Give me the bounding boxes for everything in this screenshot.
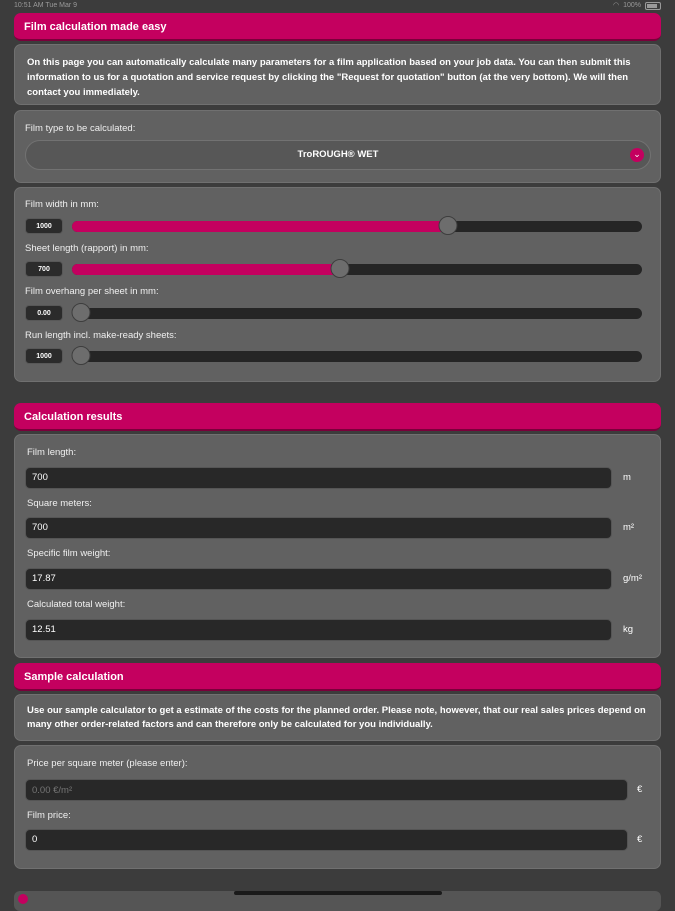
square-meters-label: Square meters: [27,498,92,509]
section-header-calculation-results: Calculation results [14,403,661,431]
sheet-length-slider[interactable] [72,259,642,278]
price-per-sqm-unit: € [637,784,643,795]
film-width-label: Film width in mm: [25,199,99,210]
square-meters-unit: m² [623,522,635,533]
section-header-sample-calculation: Sample calculation [14,663,661,691]
sample-intro-panel: Use our sample calculator to get a estim… [14,694,661,741]
sample-calc-panel: Price per square meter (please enter): €… [14,745,661,869]
run-length-slider[interactable] [71,346,642,365]
film-overhang-slider[interactable] [71,303,642,322]
film-length-field: 700 [25,467,612,489]
film-overhang-value[interactable]: 0.00 [25,305,63,321]
wifi-icon: ◠ [612,2,620,9]
film-type-value: TroROUGH® WET [297,149,379,160]
slider-thumb[interactable] [438,216,458,235]
film-width-value[interactable]: 1000 [25,218,63,234]
specific-film-weight-label: Specific film weight: [27,548,111,559]
film-price-label: Film price: [27,810,71,821]
film-width-slider[interactable] [72,216,642,235]
sheet-length-value[interactable]: 700 [25,261,63,277]
film-price-field: 0 [25,829,628,851]
sample-intro-text: Use our sample calculator to get a estim… [27,705,646,730]
status-time-date: 10:51 AM Tue Mar 9 [14,0,77,12]
total-weight-field: 12.51 [25,619,612,641]
film-length-label: Film length: [27,447,77,458]
parameters-panel: Film width in mm: 1000 Sheet length (rap… [14,187,661,382]
chevron-down-icon[interactable]: ⌄ [630,148,644,162]
section-title: Calculation results [24,411,123,423]
film-type-label: Film type to be calculated: [25,123,136,134]
specific-film-weight-unit: g/m² [623,573,642,584]
section-title: Sample calculation [24,671,124,683]
info-icon [18,894,28,904]
slider-fill [72,264,340,275]
specific-film-weight-field: 17.87 [25,568,612,590]
price-per-sqm-label: Price per square meter (please enter): [27,758,188,769]
section-title: Film calculation made easy [24,21,167,33]
battery-percent: 100% [623,2,641,9]
film-length-unit: m [623,472,631,483]
slider-thumb[interactable] [71,346,91,365]
status-time: 10:51 AM [14,2,44,9]
status-right: ◠ 100% [613,0,661,12]
film-price-unit: € [637,834,643,845]
film-overhang-label: Film overhang per sheet in mm: [25,286,159,297]
battery-icon [645,2,661,10]
slider-fill [72,221,449,232]
intro-panel: On this page you can automatically calcu… [14,44,661,105]
film-type-panel: Film type to be calculated: TroROUGH® WE… [14,110,661,183]
run-length-label: Run length incl. make-ready sheets: [25,330,177,341]
total-weight-label: Calculated total weight: [27,599,126,610]
section-header-film-calculation: Film calculation made easy [14,13,661,41]
home-indicator[interactable] [234,891,442,895]
status-bar: 10:51 AM Tue Mar 9 ◠ 100% [0,0,675,12]
price-per-sqm-input[interactable] [25,779,628,801]
slider-thumb[interactable] [71,303,91,322]
results-panel: Film length: 700 m Square meters: 700 m²… [14,434,661,658]
intro-text: On this page you can automatically calcu… [27,57,631,98]
film-type-select[interactable]: TroROUGH® WET ⌄ [25,140,651,170]
slider-thumb[interactable] [330,259,350,278]
square-meters-field: 700 [25,517,612,539]
total-weight-unit: kg [623,624,634,635]
status-date: Tue Mar 9 [45,2,78,9]
run-length-value[interactable]: 1000 [25,348,63,364]
sheet-length-label: Sheet length (rapport) in mm: [25,243,149,254]
